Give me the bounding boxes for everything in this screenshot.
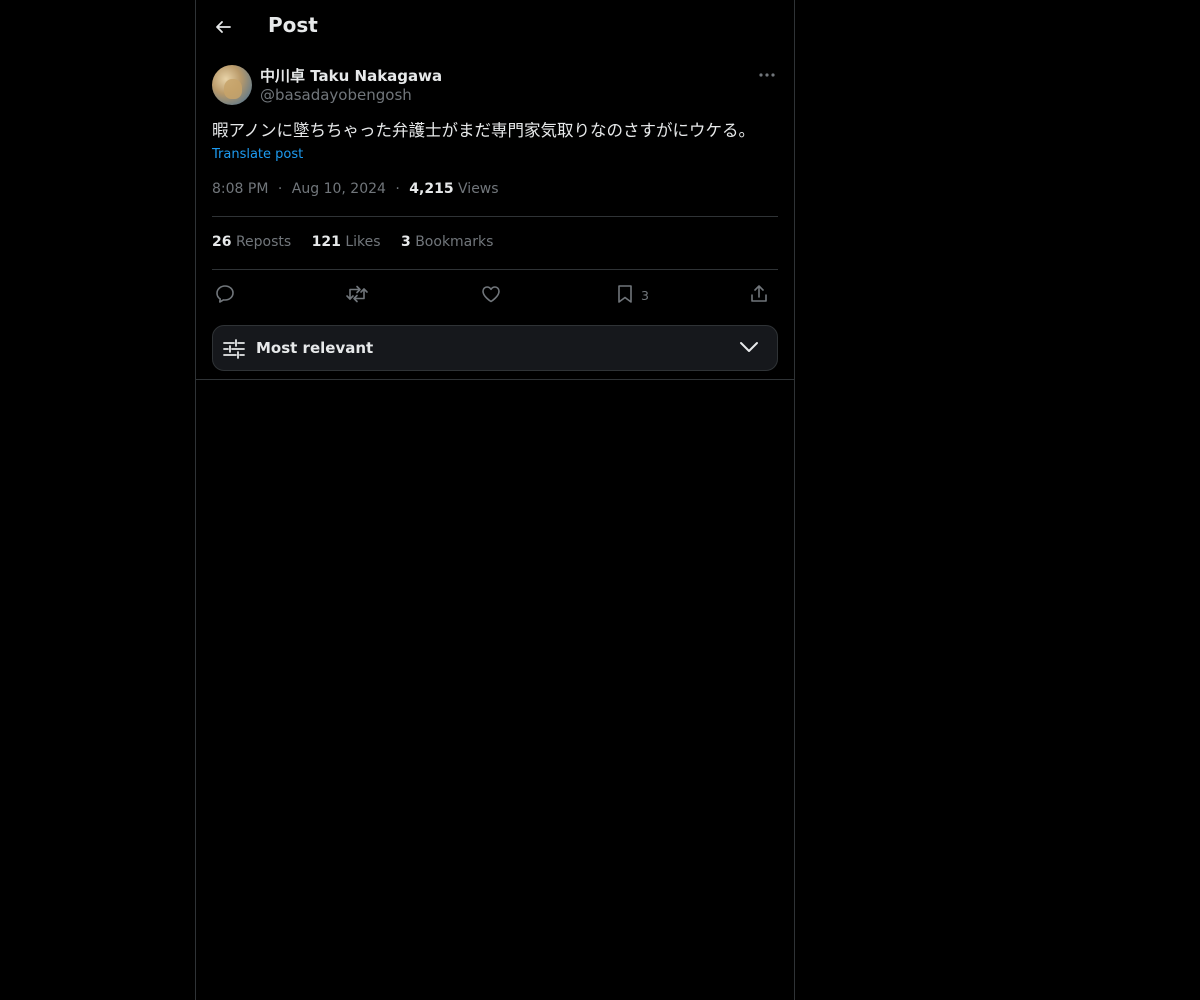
meta-separator: ·	[277, 181, 283, 197]
author-name[interactable]: 中川卓 Taku Nakagawa	[260, 65, 442, 86]
avatar[interactable]	[212, 65, 252, 105]
page-header: Post	[196, 0, 794, 54]
meta-separator: ·	[395, 181, 400, 197]
post-column: Post 中川卓 Taku Nakagawa @basadayobengosh …	[195, 0, 795, 1000]
divider	[212, 269, 778, 270]
arrow-left-icon	[216, 21, 231, 33]
post-text: 暇アノンに墜ちちゃった弁護士がまだ専門家気取りなのさすがにウケる。	[212, 121, 756, 140]
reply-icon	[216, 285, 234, 303]
reposts-stat[interactable]: 26 Reposts	[212, 234, 291, 250]
repost-icon	[346, 285, 368, 303]
chevron-down-icon	[740, 342, 758, 352]
reposts-label: Reposts	[235, 234, 292, 250]
post-meta: 8:08 PM · Aug 10, 2024 · 4,215 Views	[212, 181, 499, 197]
views-label: Views	[458, 181, 499, 197]
post-stats: 26 Reposts 121 Likes 3 Bookmarks	[212, 234, 509, 250]
more-options-button[interactable]	[756, 64, 778, 86]
repost-button[interactable]	[345, 278, 369, 310]
reposts-count: 26	[212, 234, 232, 250]
like-button[interactable]	[480, 278, 502, 310]
reply-button[interactable]	[214, 278, 236, 310]
sliders-icon	[223, 339, 245, 359]
likes-count: 121	[311, 234, 341, 250]
bookmark-count: 3	[641, 288, 649, 303]
share-button[interactable]	[748, 278, 770, 310]
likes-label: Likes	[345, 234, 381, 250]
bookmarks-count: 3	[401, 234, 411, 250]
bookmark-icon	[618, 285, 632, 303]
bookmarks-stat[interactable]: 3 Bookmarks	[401, 234, 493, 250]
author-handle[interactable]: @basadayobengosh	[260, 86, 412, 104]
heart-icon	[482, 286, 500, 303]
more-icon	[759, 73, 775, 77]
sort-label: Most relevant	[256, 339, 374, 357]
divider	[212, 216, 778, 217]
share-icon	[751, 285, 767, 302]
post-time[interactable]: 8:08 PM	[212, 181, 268, 197]
post-author: 中川卓 Taku Nakagawa @basadayobengosh	[212, 64, 778, 108]
page-title: Post	[268, 13, 318, 37]
back-button[interactable]	[208, 12, 238, 42]
reply-sort-dropdown[interactable]: Most relevant	[212, 325, 778, 371]
bookmarks-label: Bookmarks	[415, 234, 494, 250]
views-count: 4,215	[409, 181, 454, 197]
bookmark-button[interactable]: 3	[614, 278, 649, 310]
divider	[196, 379, 794, 380]
likes-stat[interactable]: 121 Likes	[312, 234, 381, 250]
post-date[interactable]: Aug 10, 2024	[292, 181, 386, 197]
translate-post-link[interactable]: Translate post	[212, 147, 303, 162]
post-actions: 3	[212, 278, 778, 310]
